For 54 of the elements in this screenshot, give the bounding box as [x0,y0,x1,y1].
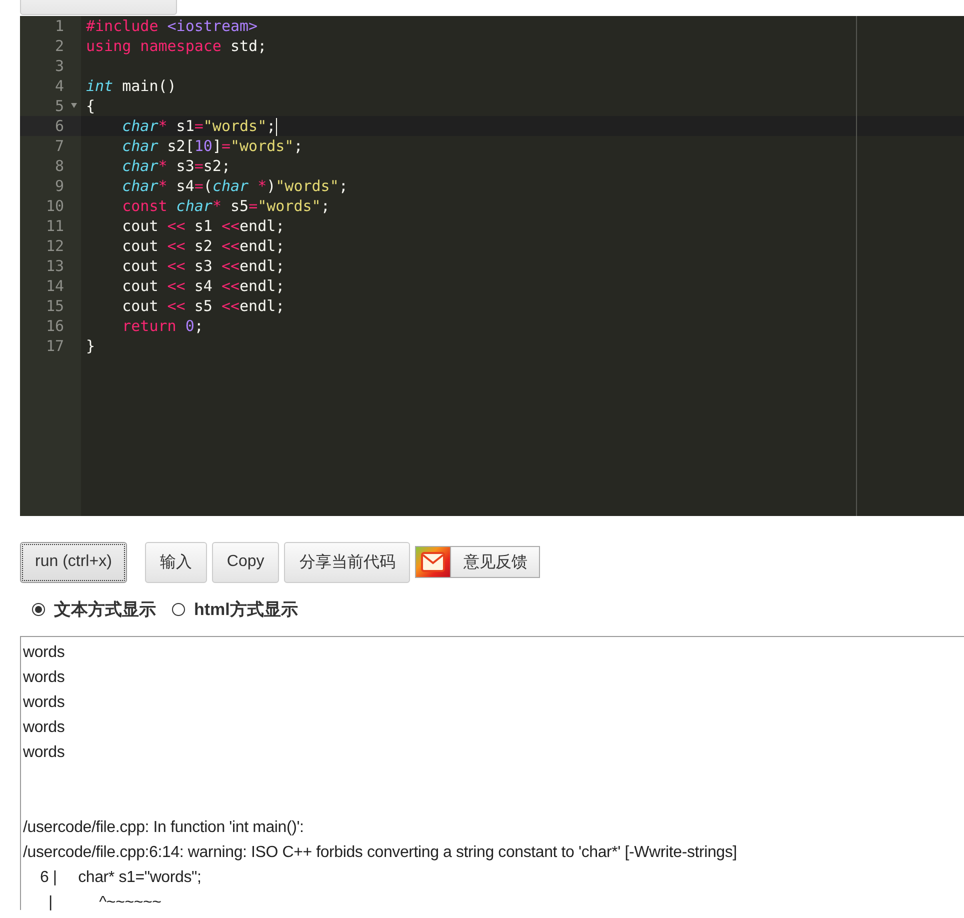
text-cursor [276,118,277,136]
line-number: 9 [54,176,64,196]
line-number: 10 [46,196,64,216]
line-number: 3 [54,56,64,76]
line-number: 4 [54,76,64,96]
code-line: const char* s5="words"; [121,197,330,215]
output-line: words [23,719,65,736]
compiler-message: /usercode/file.cpp:6:14: warning: ISO C++ forbids converting a string constant to 'char*' [-Wwrite-strings] [23,844,737,861]
code-line: char* s3=s2; [121,157,230,175]
output-line: words [23,694,65,711]
line-number: 14 [46,276,64,296]
code-line: cout << s2 <<endl; [121,237,285,255]
code-line: char* s1="words"; [121,117,276,135]
compiler-message: 6 | char* s1="words"; [38,869,202,886]
toolbar-button[interactable]: Copy [212,542,280,582]
radio-button[interactable] [172,602,185,616]
line-number: 2 [54,36,64,56]
radio-button[interactable] [32,602,45,616]
line-number: 12 [46,236,64,256]
code-line: char* s4=(char *)"words"; [121,177,348,195]
line-number: 7 [54,136,64,156]
code-line: #include <iostream> [86,17,258,35]
line-number: 1 [54,16,64,36]
radio-label[interactable]: html方式显示 [194,598,298,620]
output-line: words [23,744,65,761]
code-line: int main() [86,77,176,95]
feedback-button[interactable]: 意见反馈 [415,546,540,578]
code-line: { [86,97,96,115]
code-line: } [86,337,96,355]
run-button[interactable]: run (ctrl+x) [20,542,127,582]
code-line: cout << s4 <<endl; [121,277,285,295]
fold-icon[interactable] [71,103,77,108]
toolbar-button[interactable]: 输入 [144,542,207,582]
radio-label[interactable]: 文本方式显示 [54,598,156,620]
output-line: words [23,644,65,661]
line-number: 17 [46,336,64,356]
line-number: 11 [46,216,64,236]
output-line: words [23,669,65,686]
compiler-message: | ^~~~~~~ [47,894,162,911]
code-line: cout << s1 <<endl; [121,217,285,235]
code-line: using namespace std; [86,37,267,55]
line-number: 16 [46,316,64,336]
code-line: cout << s3 <<endl; [121,257,285,275]
compiler-message: /usercode/file.cpp: In function 'int main()': [23,819,304,836]
line-number: 5 [54,96,64,116]
code-line: cout << s5 <<endl; [121,297,285,315]
envelope-icon [421,552,446,572]
code-line: char s2[10]="words"; [121,137,303,155]
line-number: 8 [54,156,64,176]
code-line: return 0; [121,317,204,335]
line-number: 15 [46,296,64,316]
line-number: 6 [54,116,64,136]
toolbar-button[interactable]: 分享当前代码 [284,542,410,582]
line-number: 13 [46,256,64,276]
